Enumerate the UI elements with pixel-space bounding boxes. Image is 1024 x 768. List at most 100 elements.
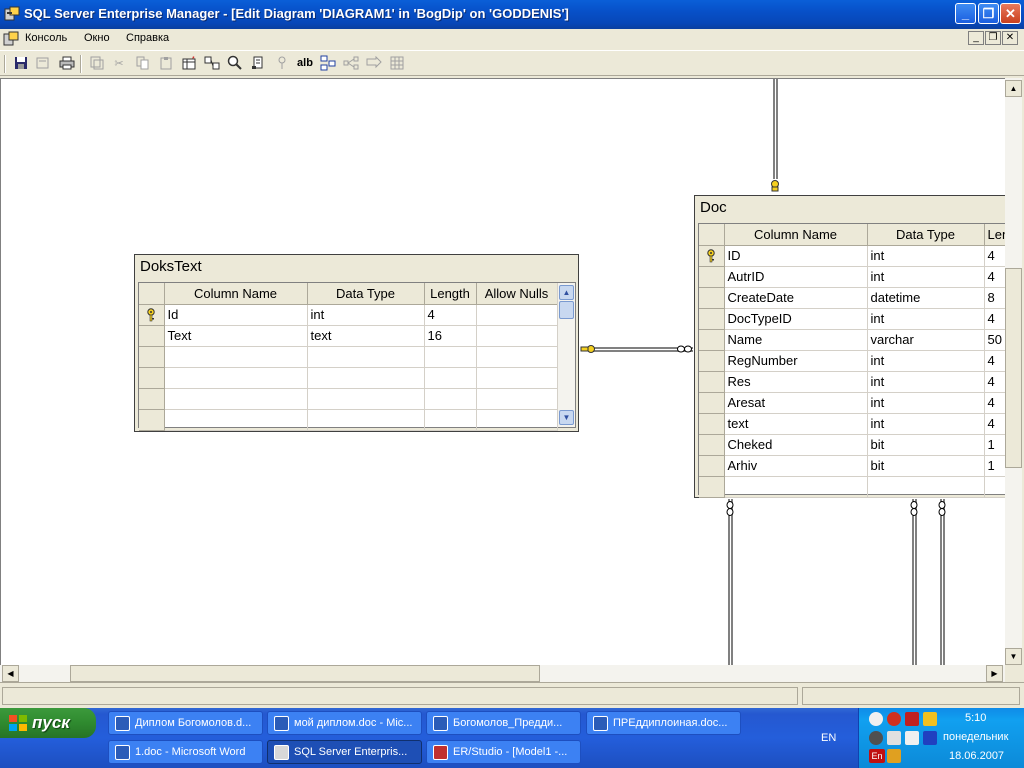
relationship-line-top[interactable] xyxy=(771,79,779,192)
length-cell[interactable] xyxy=(424,409,477,431)
length-cell[interactable]: 4 xyxy=(984,245,1005,267)
data-type-cell[interactable]: bit xyxy=(867,455,985,477)
volume-tray-icon[interactable] xyxy=(887,731,901,745)
column-name-cell[interactable]: text xyxy=(724,413,868,435)
row-selector[interactable] xyxy=(699,434,725,456)
tray-language-icon[interactable]: En xyxy=(869,749,885,763)
scroll-thumb[interactable] xyxy=(559,301,574,319)
column-row[interactable]: Aresat int 4 xyxy=(699,392,1005,414)
relationship-line-bottom-3[interactable] xyxy=(938,499,946,665)
column-name-cell[interactable]: Arhiv xyxy=(724,455,868,477)
length-cell[interactable] xyxy=(984,476,1005,498)
network-tray-icon[interactable] xyxy=(869,731,883,745)
language-indicator[interactable]: EN xyxy=(821,732,836,744)
column-row[interactable]: ID int 4 xyxy=(699,245,1005,267)
relationship-icon[interactable] xyxy=(342,55,360,71)
new-text-annotation-icon[interactable] xyxy=(249,55,267,71)
length-cell[interactable] xyxy=(424,388,477,410)
scroll-right-button[interactable]: ▶ xyxy=(986,665,1003,682)
data-type-cell[interactable]: varchar xyxy=(867,329,985,351)
eye-tray-icon[interactable] xyxy=(869,712,883,726)
scroll-down-button[interactable]: ▼ xyxy=(1005,648,1022,665)
data-type-cell[interactable]: int xyxy=(867,413,985,435)
scroll-up-button[interactable]: ▲ xyxy=(559,285,574,300)
column-name-cell[interactable] xyxy=(164,346,308,368)
taskbar-item-sql-server[interactable]: SQL Server Enterpris... xyxy=(267,740,422,764)
cut-icon[interactable]: ✂ xyxy=(110,55,128,71)
add-related-tables-icon[interactable] xyxy=(203,55,221,71)
column-name-cell[interactable] xyxy=(164,367,308,389)
app-tray-icon[interactable] xyxy=(923,731,937,745)
copy-icon[interactable] xyxy=(134,55,152,71)
data-type-cell[interactable]: int xyxy=(867,371,985,393)
warning-tray-icon[interactable] xyxy=(923,712,937,726)
relationship-line-bottom-2[interactable] xyxy=(910,499,918,665)
data-type-cell[interactable]: int xyxy=(867,245,985,267)
column-row[interactable]: Cheked bit 1 xyxy=(699,434,1005,456)
length-cell[interactable] xyxy=(424,346,477,368)
text-label-tool[interactable]: alb xyxy=(296,55,314,71)
taskbar-item-word-diplom[interactable]: Диплом Богомолов.d... xyxy=(108,711,263,735)
column-row[interactable]: text int 4 xyxy=(699,413,1005,435)
data-type-cell[interactable]: int xyxy=(867,392,985,414)
pencil-tray-icon[interactable] xyxy=(887,749,901,763)
scroll-up-button[interactable]: ▲ xyxy=(1005,80,1022,97)
data-type-cell[interactable]: text xyxy=(307,325,425,347)
row-selector[interactable] xyxy=(699,413,725,435)
row-selector[interactable] xyxy=(699,329,725,351)
data-type-cell[interactable]: int xyxy=(867,266,985,288)
allow-nulls-cell[interactable] xyxy=(476,346,558,368)
length-cell[interactable]: 4 xyxy=(984,371,1005,393)
column-name-cell[interactable] xyxy=(724,476,868,498)
row-selector[interactable] xyxy=(699,350,725,372)
menu-window[interactable]: Окно xyxy=(84,32,110,44)
row-selector[interactable] xyxy=(139,325,165,347)
allow-nulls-cell[interactable] xyxy=(476,388,558,410)
length-cell[interactable]: 16 xyxy=(424,325,477,347)
menu-console[interactable]: Консоль xyxy=(25,32,67,44)
mdi-close-button[interactable]: ✕ xyxy=(1002,31,1018,45)
manage-indexes-icon[interactable] xyxy=(365,55,383,71)
column-row[interactable]: AutrID int 4 xyxy=(699,266,1005,288)
row-selector[interactable] xyxy=(139,388,165,410)
data-type-cell[interactable] xyxy=(307,346,425,368)
row-selector[interactable] xyxy=(699,476,725,498)
table-dokstext[interactable]: DoksText Column Name Data Type Length Al… xyxy=(134,254,579,432)
allow-nulls-cell[interactable] xyxy=(476,409,558,431)
column-row[interactable]: DocTypeID int 4 xyxy=(699,308,1005,330)
row-selector[interactable] xyxy=(699,308,725,330)
mdi-restore-button[interactable]: ❐ xyxy=(985,31,1001,45)
length-cell[interactable] xyxy=(424,367,477,389)
data-type-cell[interactable] xyxy=(307,367,425,389)
row-selector[interactable] xyxy=(699,287,725,309)
allow-nulls-cell[interactable] xyxy=(476,304,558,326)
row-selector[interactable] xyxy=(699,371,725,393)
table-doc[interactable]: Doc Column Name Data Type Len IDint4Autr… xyxy=(694,195,1005,498)
save-icon[interactable] xyxy=(12,55,30,71)
length-cell[interactable]: 8 xyxy=(984,287,1005,309)
close-button[interactable]: ✕ xyxy=(1000,3,1021,24)
zoom-icon[interactable] xyxy=(226,55,244,71)
column-row[interactable]: CreateDate datetime 8 xyxy=(699,287,1005,309)
allow-nulls-cell[interactable] xyxy=(476,367,558,389)
row-selector[interactable] xyxy=(699,455,725,477)
minimize-button[interactable]: _ xyxy=(955,3,976,24)
table-view-icon[interactable] xyxy=(388,55,406,71)
vertical-scroll-thumb[interactable] xyxy=(1005,268,1022,468)
properties-icon[interactable] xyxy=(34,55,52,71)
data-type-cell[interactable]: datetime xyxy=(867,287,985,309)
column-name-cell[interactable] xyxy=(164,409,308,431)
taskbar-item-erstudio[interactable]: ER/Studio - [Model1 -... xyxy=(426,740,581,764)
cut-table-icon[interactable] xyxy=(88,55,106,71)
empty-column-row[interactable] xyxy=(699,476,1005,498)
row-selector[interactable] xyxy=(139,367,165,389)
empty-column-row[interactable] xyxy=(139,346,558,368)
columns-grid[interactable]: Column Name Data Type Len IDint4AutrIDin… xyxy=(698,223,1005,498)
column-name-cell[interactable]: CreateDate xyxy=(724,287,868,309)
length-cell[interactable]: 4 xyxy=(984,392,1005,414)
clock-tray-icon[interactable] xyxy=(887,712,901,726)
data-type-cell[interactable] xyxy=(307,388,425,410)
title-bar[interactable]: SQL Server Enterprise Manager - [Edit Di… xyxy=(0,0,1024,29)
mdi-minimize-button[interactable]: _ xyxy=(968,31,984,45)
length-cell[interactable]: 1 xyxy=(984,455,1005,477)
